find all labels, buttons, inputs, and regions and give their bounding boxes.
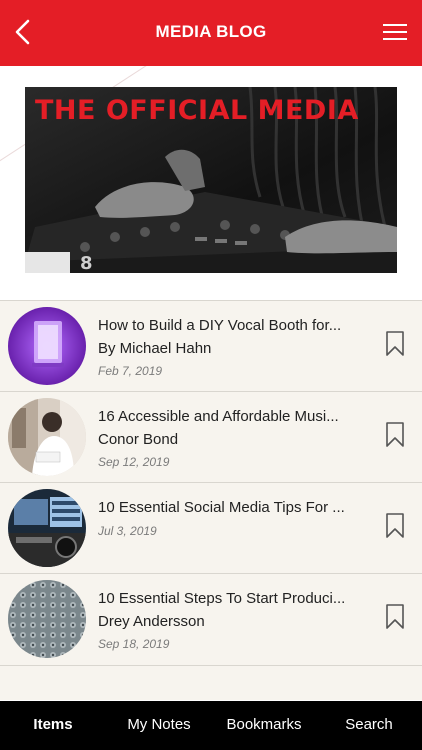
bottom-tab-bar: Items My Notes Bookmarks Search bbox=[0, 701, 422, 750]
article-author: By Michael Hahn bbox=[98, 340, 212, 357]
bookmark-icon[interactable] bbox=[385, 513, 405, 539]
list-item[interactable]: 10 Essential Steps To Start Produci... D… bbox=[0, 573, 422, 665]
banner-title: THE OFFICIAL MEDIA bbox=[35, 95, 359, 126]
banner-area: 8 THE OFFICIAL MEDIA bbox=[0, 66, 422, 300]
article-title[interactable]: 10 Essential Steps To Start Produci... bbox=[98, 590, 358, 607]
app-header: MEDIA BLOG bbox=[0, 0, 422, 66]
tab-search[interactable]: Search bbox=[316, 716, 422, 733]
bookmark-icon[interactable] bbox=[385, 422, 405, 448]
article-date: Jul 3, 2019 bbox=[98, 524, 157, 538]
divider bbox=[0, 665, 422, 666]
svg-text:8: 8 bbox=[80, 253, 93, 273]
article-thumbnail bbox=[8, 307, 86, 385]
tab-bookmarks[interactable]: Bookmarks bbox=[212, 716, 316, 733]
article-title[interactable]: How to Build a DIY Vocal Booth for... bbox=[98, 317, 358, 334]
hamburger-menu-icon[interactable] bbox=[382, 20, 408, 44]
article-author: Drey Andersson bbox=[98, 613, 205, 630]
tab-my-notes[interactable]: My Notes bbox=[106, 716, 212, 733]
article-thumbnail bbox=[8, 580, 86, 658]
article-date: Sep 12, 2019 bbox=[98, 455, 170, 469]
article-date: Feb 7, 2019 bbox=[98, 364, 163, 378]
article-title[interactable]: 16 Accessible and Affordable Musi... bbox=[98, 408, 358, 425]
article-author: Conor Bond bbox=[98, 431, 179, 448]
article-date: Sep 18, 2019 bbox=[98, 637, 170, 651]
list-item[interactable]: 16 Accessible and Affordable Musi... Con… bbox=[0, 391, 422, 483]
article-thumbnail bbox=[8, 398, 86, 476]
article-list: How to Build a DIY Vocal Booth for... By… bbox=[0, 300, 422, 700]
article-thumbnail bbox=[8, 489, 86, 567]
list-item[interactable]: 10 Essential Social Media Tips For ... J… bbox=[0, 482, 422, 574]
article-title[interactable]: 10 Essential Social Media Tips For ... bbox=[98, 499, 358, 516]
banner-image[interactable]: 8 THE OFFICIAL MEDIA bbox=[25, 87, 397, 273]
list-item[interactable]: How to Build a DIY Vocal Booth for... By… bbox=[0, 300, 422, 392]
page-title: MEDIA BLOG bbox=[155, 22, 267, 41]
bookmark-icon[interactable] bbox=[385, 604, 405, 630]
bookmark-icon[interactable] bbox=[385, 331, 405, 357]
tab-items[interactable]: Items bbox=[0, 716, 106, 733]
